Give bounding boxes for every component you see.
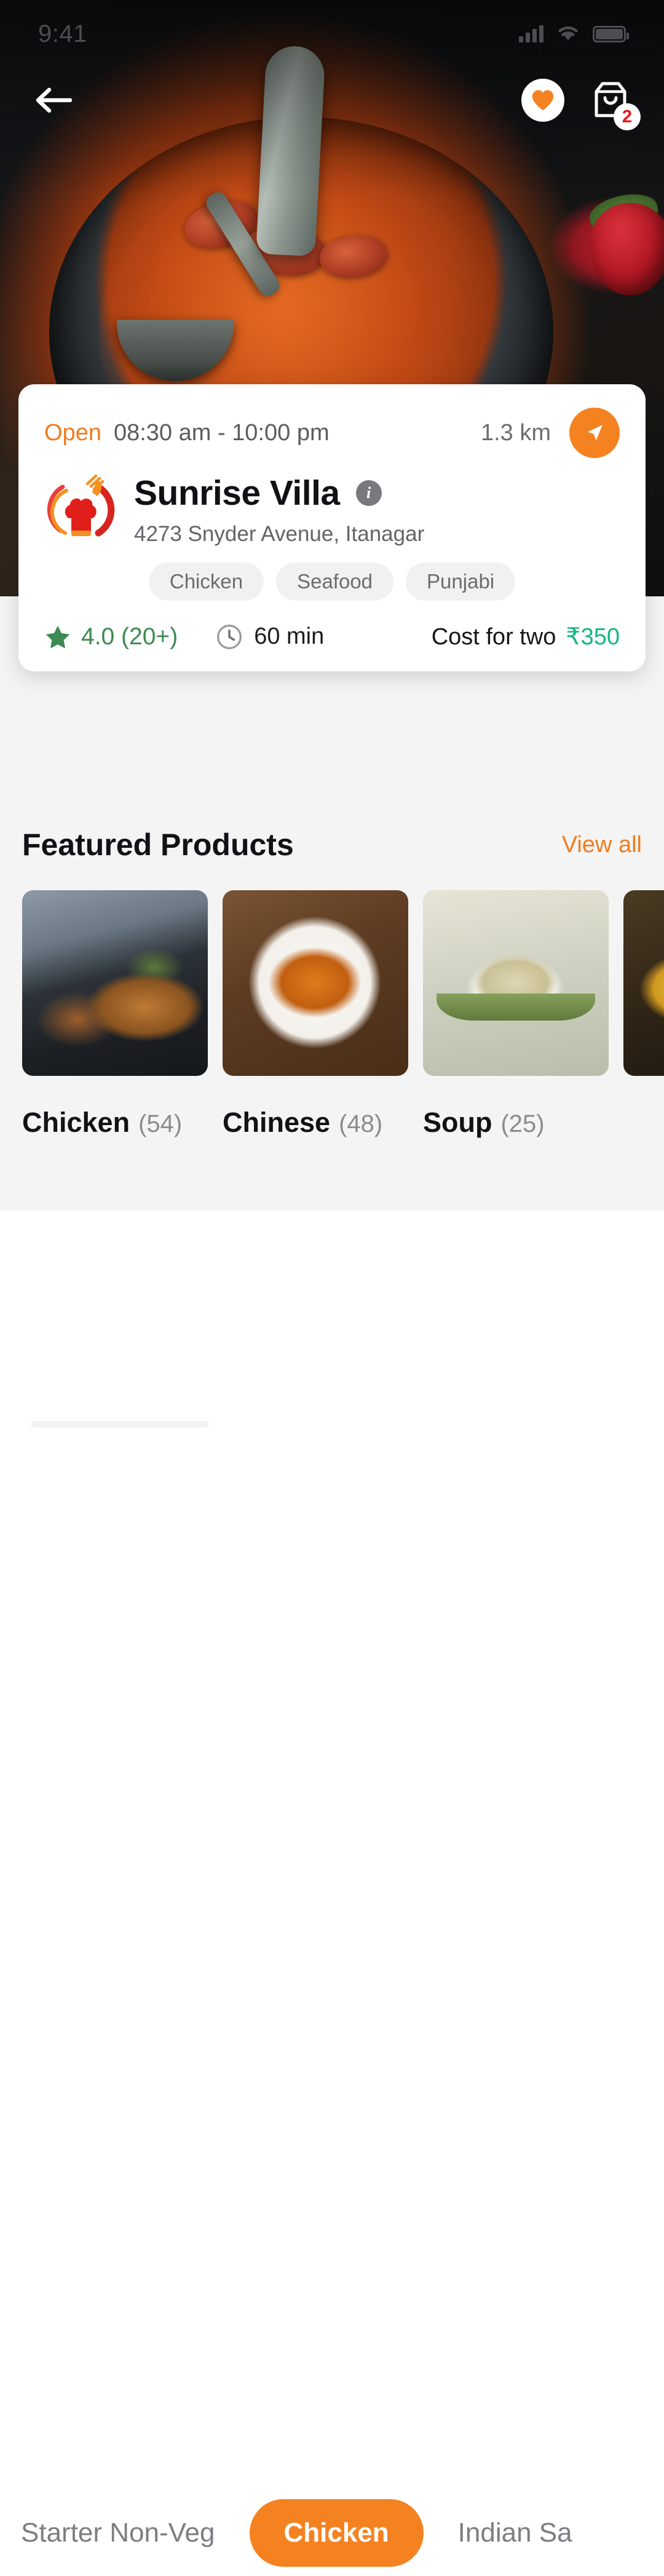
distance-text: 1.3 km — [480, 419, 551, 446]
hero-actions: 2 — [521, 77, 641, 130]
clock-icon — [217, 624, 242, 649]
back-arrow-icon — [36, 87, 73, 113]
cuisine-tag[interactable]: Chicken — [148, 563, 264, 601]
featured-header: Featured Products View all — [0, 827, 664, 863]
info-icon[interactable]: i — [355, 480, 382, 506]
featured-products-carousel[interactable] — [0, 890, 664, 1112]
distance-group: 1.3 km — [481, 408, 620, 458]
navigate-button[interactable] — [569, 408, 620, 458]
restaurant-name-row: Sunrise Villa i — [134, 473, 424, 513]
product-card[interactable] — [22, 890, 208, 1076]
product-name: Chinese — [223, 1107, 331, 1138]
restaurant-address: 4273 Snyder Avenue, Itanagar — [134, 522, 425, 546]
navigation-arrow-icon — [588, 425, 603, 441]
delivery-time-value: 60 min — [254, 623, 325, 649]
battery-full-icon — [593, 25, 629, 42]
opening-hours-text: 08:30 am - 10:00 pm — [113, 419, 330, 446]
featured-product-labels: Chicken (54) Chinese (48) Soup (25) — [0, 1107, 664, 1162]
product-name: Soup — [423, 1107, 492, 1138]
open-status-label: Open — [44, 419, 101, 446]
product-count: (48) — [339, 1110, 383, 1137]
cost-value: ₹350 — [566, 624, 620, 650]
product-card[interactable] — [423, 890, 609, 1076]
category-tabs[interactable]: Starter Non-Veg Chicken Indian Sa — [0, 2490, 664, 2576]
cuisine-tag[interactable]: Punjabi — [406, 563, 516, 601]
open-hours-group: Open 08:30 am - 10:00 pm — [44, 420, 330, 446]
category-tab-indian-salad[interactable]: Indian Sa — [437, 2518, 593, 2548]
cost-group: Cost for two ₹350 — [432, 623, 620, 650]
open-status-row: Open 08:30 am - 10:00 pm 1.3 km — [44, 408, 620, 458]
restaurant-title-row: Sunrise Villa i 4273 Snyder Avenue, Itan… — [44, 468, 620, 547]
chef-hat-logo-icon — [44, 472, 118, 545]
view-all-link[interactable]: View all — [562, 832, 642, 858]
product-label[interactable]: Chicken (54) — [22, 1107, 208, 1162]
product-card[interactable] — [223, 890, 408, 1076]
favorite-button[interactable] — [521, 79, 564, 122]
restaurant-title-column: Sunrise Villa i 4273 Snyder Avenue, Itan… — [134, 468, 424, 547]
status-bar: 9:41 — [0, 0, 664, 68]
cart-button[interactable]: 2 — [588, 77, 641, 130]
restaurant-info-card: Open 08:30 am - 10:00 pm 1.3 km Sunrise … — [18, 384, 646, 671]
heart-icon — [532, 90, 554, 111]
category-tab-bar: Starter Non-Veg Chicken Indian Sa — [0, 1211, 664, 2567]
category-tab-starter-non-veg[interactable]: Starter Non-Veg — [0, 2518, 236, 2548]
cuisine-tag[interactable]: Seafood — [276, 563, 394, 601]
star-icon — [45, 625, 70, 649]
home-indicator — [31, 1421, 209, 1428]
product-count: (54) — [138, 1110, 183, 1137]
rating-value: 4.0 (20+) — [81, 623, 178, 650]
delivery-time-group: 60 min — [216, 623, 324, 650]
product-name: Chicken — [22, 1107, 130, 1138]
featured-title: Featured Products — [22, 828, 294, 862]
status-icons — [519, 25, 629, 42]
cart-badge-count: 2 — [614, 103, 641, 130]
restaurant-meta-row: 4.0 (20+) 60 min Cost for two ₹350 — [44, 623, 620, 650]
back-button[interactable] — [31, 77, 76, 123]
restaurant-name: Sunrise Villa — [134, 473, 340, 513]
product-count: (25) — [500, 1110, 545, 1137]
hero-top-bar: 2 — [0, 73, 664, 130]
cuisine-tags-row: Chicken Seafood Punjabi — [44, 563, 620, 601]
status-time: 9:41 — [38, 20, 87, 47]
cellular-signal-icon — [519, 25, 543, 42]
cost-label: Cost for two — [431, 624, 556, 650]
product-label[interactable]: Chinese (48) — [223, 1107, 408, 1162]
product-label[interactable]: Soup (25) — [423, 1107, 609, 1162]
product-card[interactable] — [623, 890, 664, 1076]
wifi-icon — [558, 26, 578, 41]
rating-group: 4.0 (20+) — [44, 623, 178, 650]
category-tab-chicken[interactable]: Chicken — [249, 2499, 424, 2567]
